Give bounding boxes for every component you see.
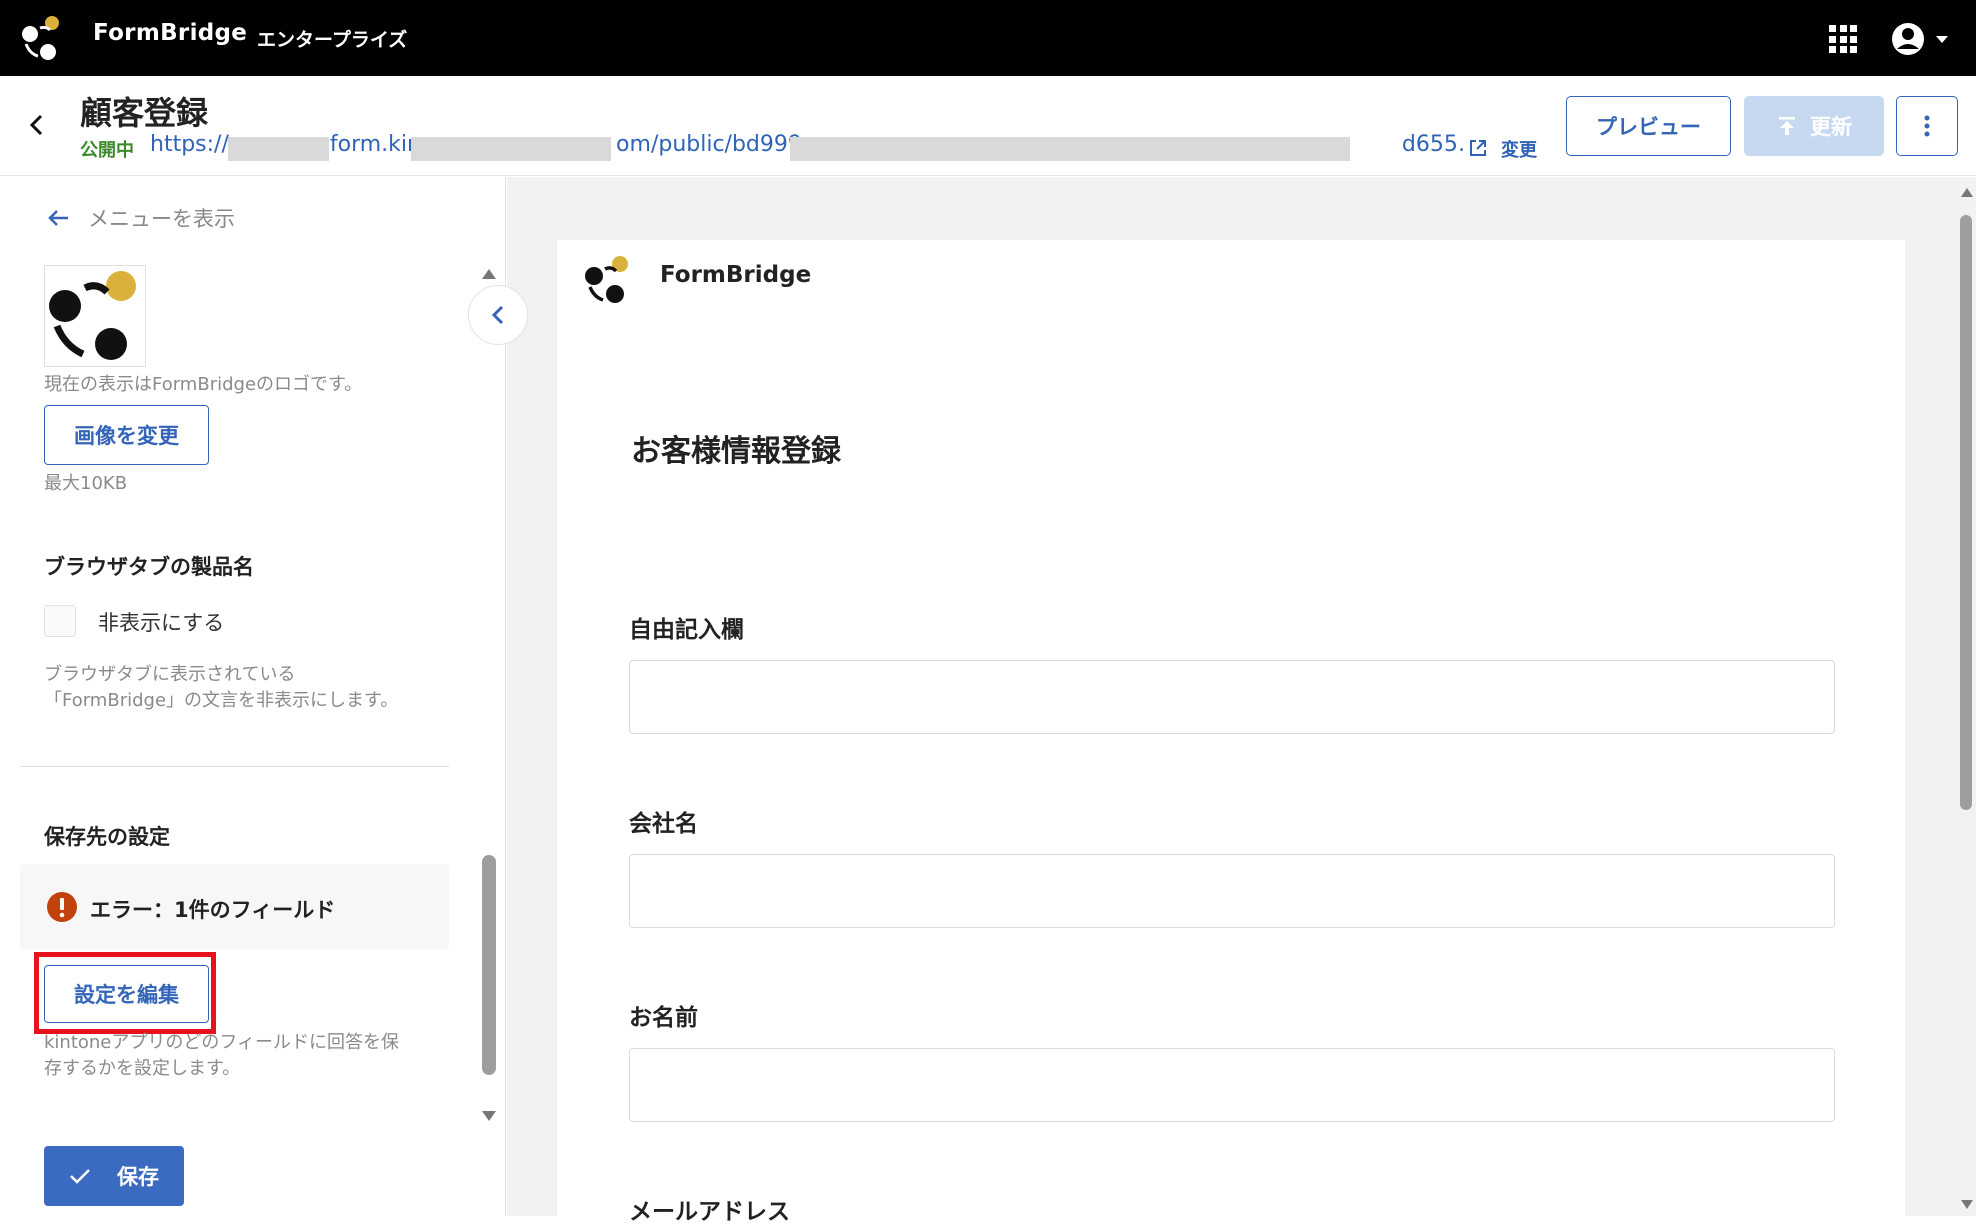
redacted-block xyxy=(790,137,1350,161)
storage-section-title: 保存先の設定 xyxy=(44,825,170,849)
redacted-block xyxy=(228,137,329,161)
preview-scrollbar[interactable] xyxy=(1960,215,1972,810)
settings-panel: メニューを表示 現在の表示はFormBridgeのロゴです。 画像を変更 最大1… xyxy=(0,177,506,1216)
save-button[interactable]: 保存 xyxy=(44,1146,184,1206)
arrow-left-icon xyxy=(48,210,68,226)
error-message-box: エラー：1件のフィールド xyxy=(20,864,449,950)
storage-hint: kintoneアプリのどのフィールドに回答を保 存するかを設定します。 xyxy=(44,1032,400,1079)
logo-hint: 現在の表示はFormBridgeのロゴです。 xyxy=(44,374,363,395)
browser-tab-section-title: ブラウザタブの製品名 xyxy=(44,555,254,579)
scroll-down-arrow-icon[interactable] xyxy=(1960,1198,1974,1212)
brand-name: FormBridge xyxy=(93,20,248,46)
max-size-hint: 最大10KB xyxy=(44,473,128,494)
scroll-up-arrow-icon[interactable] xyxy=(1960,185,1974,199)
page-header: 顧客登録 公開中 https://form.kir om/public/bd999… xyxy=(0,76,1976,176)
check-icon xyxy=(70,1169,90,1184)
divider xyxy=(20,766,449,767)
edit-settings-button[interactable]: 設定を編集 xyxy=(44,965,209,1023)
upload-icon xyxy=(1779,117,1795,135)
logo-preview xyxy=(44,265,146,367)
change-image-button[interactable]: 画像を変更 xyxy=(44,405,209,465)
field-label: 自由記入欄 xyxy=(629,617,744,643)
collapse-panel-button[interactable] xyxy=(468,285,528,345)
more-options-button[interactable] xyxy=(1896,96,1958,156)
company-name-input[interactable] xyxy=(629,854,1835,928)
field-label: お名前 xyxy=(629,1005,698,1031)
free-text-input[interactable] xyxy=(629,660,1835,734)
formbridge-logo-icon[interactable] xyxy=(20,14,68,62)
edition-label: エンタープライズ xyxy=(257,29,408,51)
show-menu-button[interactable]: メニューを表示 xyxy=(46,203,235,233)
preview-button[interactable]: プレビュー xyxy=(1566,96,1731,156)
update-button[interactable]: 更新 xyxy=(1744,96,1884,156)
error-exclamation-icon xyxy=(47,892,77,922)
redacted-block xyxy=(411,137,611,161)
field-label: メールアドレス xyxy=(629,1199,790,1225)
field-label: 会社名 xyxy=(629,811,698,837)
hide-checkbox-label[interactable]: 非表示にする xyxy=(98,607,224,637)
back-arrow-icon[interactable] xyxy=(22,110,52,140)
vertical-dots-icon xyxy=(1924,115,1930,137)
error-text: エラー：1件のフィールド xyxy=(90,898,336,922)
external-link-icon[interactable] xyxy=(1468,138,1488,158)
form-preview-card: FormBridge お客様情報登録 自由記入欄 会社名 お名前 メールアドレス xyxy=(557,240,1905,1225)
settings-scrollbar[interactable] xyxy=(482,855,496,1075)
formbridge-logo-icon xyxy=(49,271,136,360)
top-bar: FormBridge エンタープライズ xyxy=(0,0,1976,76)
status-badge: 公開中 xyxy=(80,140,134,161)
hide-product-name-checkbox[interactable] xyxy=(44,605,76,637)
scroll-down-arrow-icon[interactable] xyxy=(481,1109,497,1123)
account-menu-icon[interactable] xyxy=(1888,19,1954,59)
chevron-left-icon xyxy=(491,305,504,325)
change-url-link[interactable]: 変更 xyxy=(1501,136,1537,162)
scroll-up-arrow-icon[interactable] xyxy=(481,267,497,281)
form-title: お客様情報登録 xyxy=(631,434,841,469)
form-brand-name: FormBridge xyxy=(660,262,812,288)
apps-grid-icon[interactable] xyxy=(1829,25,1857,53)
page-title: 顧客登録 xyxy=(80,94,209,132)
formbridge-logo-icon xyxy=(585,256,628,303)
name-input[interactable] xyxy=(629,1048,1835,1122)
hide-hint: ブラウザタブに表示されている 「FormBridge」の文言を非表示にします。 xyxy=(44,664,399,711)
